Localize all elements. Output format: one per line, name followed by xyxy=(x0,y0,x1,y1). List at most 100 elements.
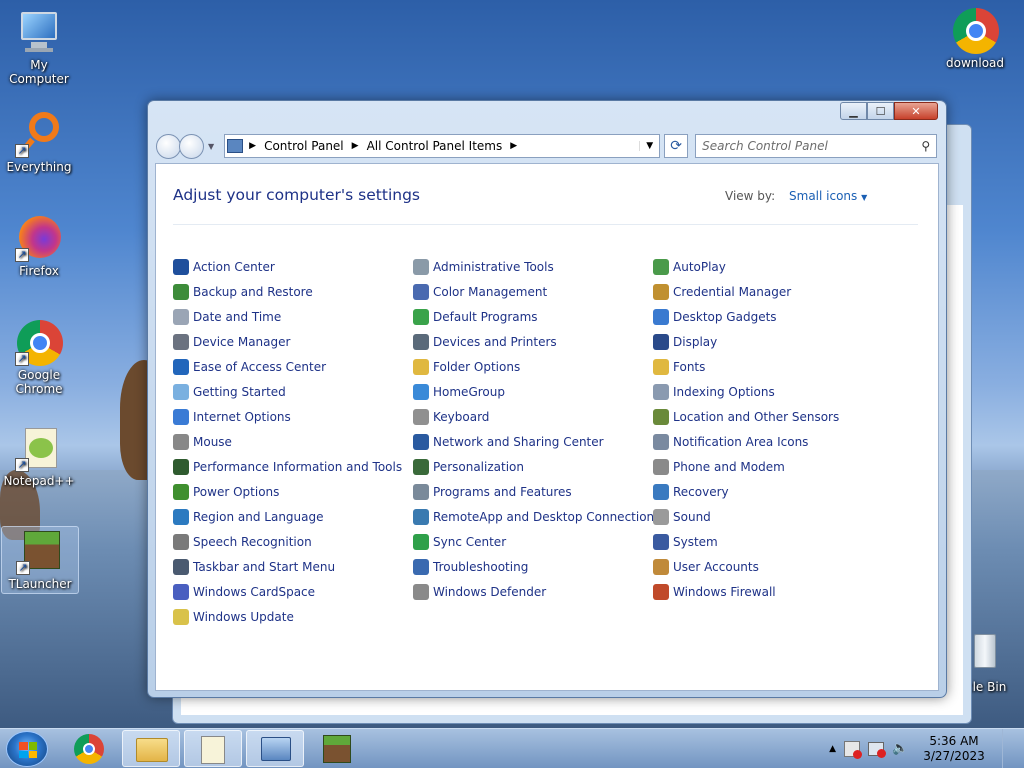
control-panel-item[interactable]: Network and Sharing Center xyxy=(413,429,660,454)
control-panel-item[interactable]: Phone and Modem xyxy=(653,454,839,479)
taskbar-tlauncher[interactable] xyxy=(308,730,366,767)
action-center-flag-icon[interactable] xyxy=(844,741,862,759)
item-label: Network and Sharing Center xyxy=(433,434,604,449)
minimize-button[interactable]: ▁ xyxy=(840,102,867,120)
items-column-2: Administrative Tools Color Management Defa… xyxy=(413,254,660,604)
control-panel-item[interactable]: HomeGroup xyxy=(413,379,660,404)
control-panel-item[interactable]: User Accounts xyxy=(653,554,839,579)
volume-icon[interactable]: 🔈 xyxy=(892,742,908,756)
view-by-dropdown[interactable]: Small icons ▼ xyxy=(789,189,867,203)
maximize-button[interactable]: ☐ xyxy=(867,102,894,120)
breadcrumb-arrow-icon[interactable]: ▶ xyxy=(510,141,517,151)
breadcrumb-arrow-icon[interactable]: ▶ xyxy=(352,141,359,151)
control-panel-item[interactable]: Desktop Gadgets xyxy=(653,304,839,329)
control-panel-item[interactable]: Notification Area Icons xyxy=(653,429,839,454)
control-panel-item[interactable]: Power Options xyxy=(173,479,402,504)
control-panel-item[interactable]: Folder Options xyxy=(413,354,660,379)
control-panel-item[interactable]: Devices and Printers xyxy=(413,329,660,354)
search-input[interactable]: Search Control Panel ⚲ xyxy=(695,134,938,158)
control-panel-item[interactable]: Performance Information and Tools xyxy=(173,454,402,479)
control-panel-item[interactable]: Internet Options xyxy=(173,404,402,429)
control-panel-item[interactable]: Sound xyxy=(653,504,839,529)
recent-pages-dropdown-icon[interactable]: ▼ xyxy=(208,142,214,151)
control-panel-item[interactable]: Keyboard xyxy=(413,404,660,429)
item-icon xyxy=(173,258,189,275)
control-panel-item[interactable]: Device Manager xyxy=(173,329,402,354)
desktop-icon-my-computer[interactable]: My Computer xyxy=(0,8,78,86)
item-icon xyxy=(173,558,189,575)
control-panel-window[interactable]: ▁ ☐ ✕ ▼ ▶ Control Panel ▶ All Control Pa… xyxy=(147,100,947,698)
item-icon xyxy=(413,458,429,475)
network-icon[interactable] xyxy=(868,742,886,758)
control-panel-item[interactable]: Programs and Features xyxy=(413,479,660,504)
back-button[interactable] xyxy=(156,133,181,159)
control-panel-item[interactable]: Personalization xyxy=(413,454,660,479)
control-panel-item[interactable]: Windows Update xyxy=(173,604,402,629)
maximize-icon: ☐ xyxy=(875,104,886,118)
item-label: Sound xyxy=(673,509,711,524)
shortcut-arrow-icon: ↗ xyxy=(15,144,29,158)
control-panel-item[interactable]: Recovery xyxy=(653,479,839,504)
chevron-down-icon[interactable]: ▼ xyxy=(861,193,867,202)
control-panel-item[interactable]: Windows Defender xyxy=(413,579,660,604)
item-icon xyxy=(653,408,669,425)
show-desktop-button[interactable] xyxy=(1002,729,1016,768)
clock-time: 5:36 AM xyxy=(929,734,979,748)
control-panel-item[interactable]: AutoPlay xyxy=(653,254,839,279)
address-bar[interactable]: ▶ Control Panel ▶ All Control Panel Item… xyxy=(224,134,661,158)
control-panel-item[interactable]: Action Center xyxy=(173,254,402,279)
control-panel-item[interactable]: Sync Center xyxy=(413,529,660,554)
control-panel-item[interactable]: Speech Recognition xyxy=(173,529,402,554)
control-panel-item[interactable]: Getting Started xyxy=(173,379,402,404)
breadcrumb-arrow-icon[interactable]: ▶ xyxy=(249,141,256,151)
desktop-icon-google-chrome[interactable]: ↗ Google Chrome xyxy=(0,318,78,396)
desktop-icon-everything[interactable]: ↗ Everything xyxy=(0,110,78,174)
notepad-plus-plus-icon xyxy=(201,736,225,764)
control-panel-item[interactable]: RemoteApp and Desktop Connections xyxy=(413,504,660,529)
control-panel-item[interactable]: Backup and Restore xyxy=(173,279,402,304)
control-panel-item[interactable]: Credential Manager xyxy=(653,279,839,304)
control-panel-item[interactable]: Date and Time xyxy=(173,304,402,329)
item-label: Mouse xyxy=(193,434,232,449)
control-panel-item[interactable]: Administrative Tools xyxy=(413,254,660,279)
item-icon xyxy=(173,483,189,500)
start-button[interactable] xyxy=(6,731,48,767)
address-dropdown-icon[interactable]: ▼ xyxy=(639,141,659,151)
item-label: Backup and Restore xyxy=(193,284,313,299)
control-panel-item[interactable]: Color Management xyxy=(413,279,660,304)
control-panel-item[interactable]: Display xyxy=(653,329,839,354)
control-panel-item[interactable]: Windows Firewall xyxy=(653,579,839,604)
item-icon xyxy=(413,258,429,275)
forward-button[interactable] xyxy=(179,133,204,159)
item-icon xyxy=(653,258,669,275)
control-panel-item[interactable]: Region and Language xyxy=(173,504,402,529)
desktop-icon-download[interactable]: download xyxy=(936,6,1014,70)
taskbar-control-panel[interactable] xyxy=(246,730,304,767)
desktop-icon-tlauncher[interactable]: ↗ TLauncher xyxy=(1,526,79,594)
control-panel-item[interactable]: System xyxy=(653,529,839,554)
desktop-icon-notepad-plus-plus[interactable]: ↗ Notepad++ xyxy=(0,424,78,488)
search-icon[interactable]: ⚲ xyxy=(921,139,930,153)
control-panel-item[interactable]: Fonts xyxy=(653,354,839,379)
control-panel-item[interactable]: Windows CardSpace xyxy=(173,579,402,604)
view-by-value[interactable]: Small icons xyxy=(789,189,857,203)
control-panel-item[interactable]: Location and Other Sensors xyxy=(653,404,839,429)
control-panel-item[interactable]: Ease of Access Center xyxy=(173,354,402,379)
item-icon xyxy=(413,508,429,525)
taskbar-notepad-plus-plus[interactable] xyxy=(184,730,242,767)
clock[interactable]: 5:36 AM 3/27/2023 xyxy=(916,734,992,764)
control-panel-item[interactable]: Default Programs xyxy=(413,304,660,329)
close-button[interactable]: ✕ xyxy=(894,102,938,120)
breadcrumb-all-items[interactable]: All Control Panel Items xyxy=(367,139,503,153)
desktop-icon-firefox[interactable]: ↗ Firefox xyxy=(0,214,78,278)
refresh-button[interactable]: ⟳ xyxy=(664,134,689,158)
breadcrumb-control-panel[interactable]: Control Panel xyxy=(264,139,344,153)
control-panel-item[interactable]: Indexing Options xyxy=(653,379,839,404)
taskbar-explorer[interactable] xyxy=(122,730,180,767)
taskbar-chrome[interactable] xyxy=(61,730,119,767)
control-panel-item[interactable]: Mouse xyxy=(173,429,402,454)
chrome-icon xyxy=(951,6,999,54)
show-hidden-icons-icon[interactable]: ▲ xyxy=(829,744,836,754)
control-panel-item[interactable]: Taskbar and Start Menu xyxy=(173,554,402,579)
control-panel-item[interactable]: Troubleshooting xyxy=(413,554,660,579)
